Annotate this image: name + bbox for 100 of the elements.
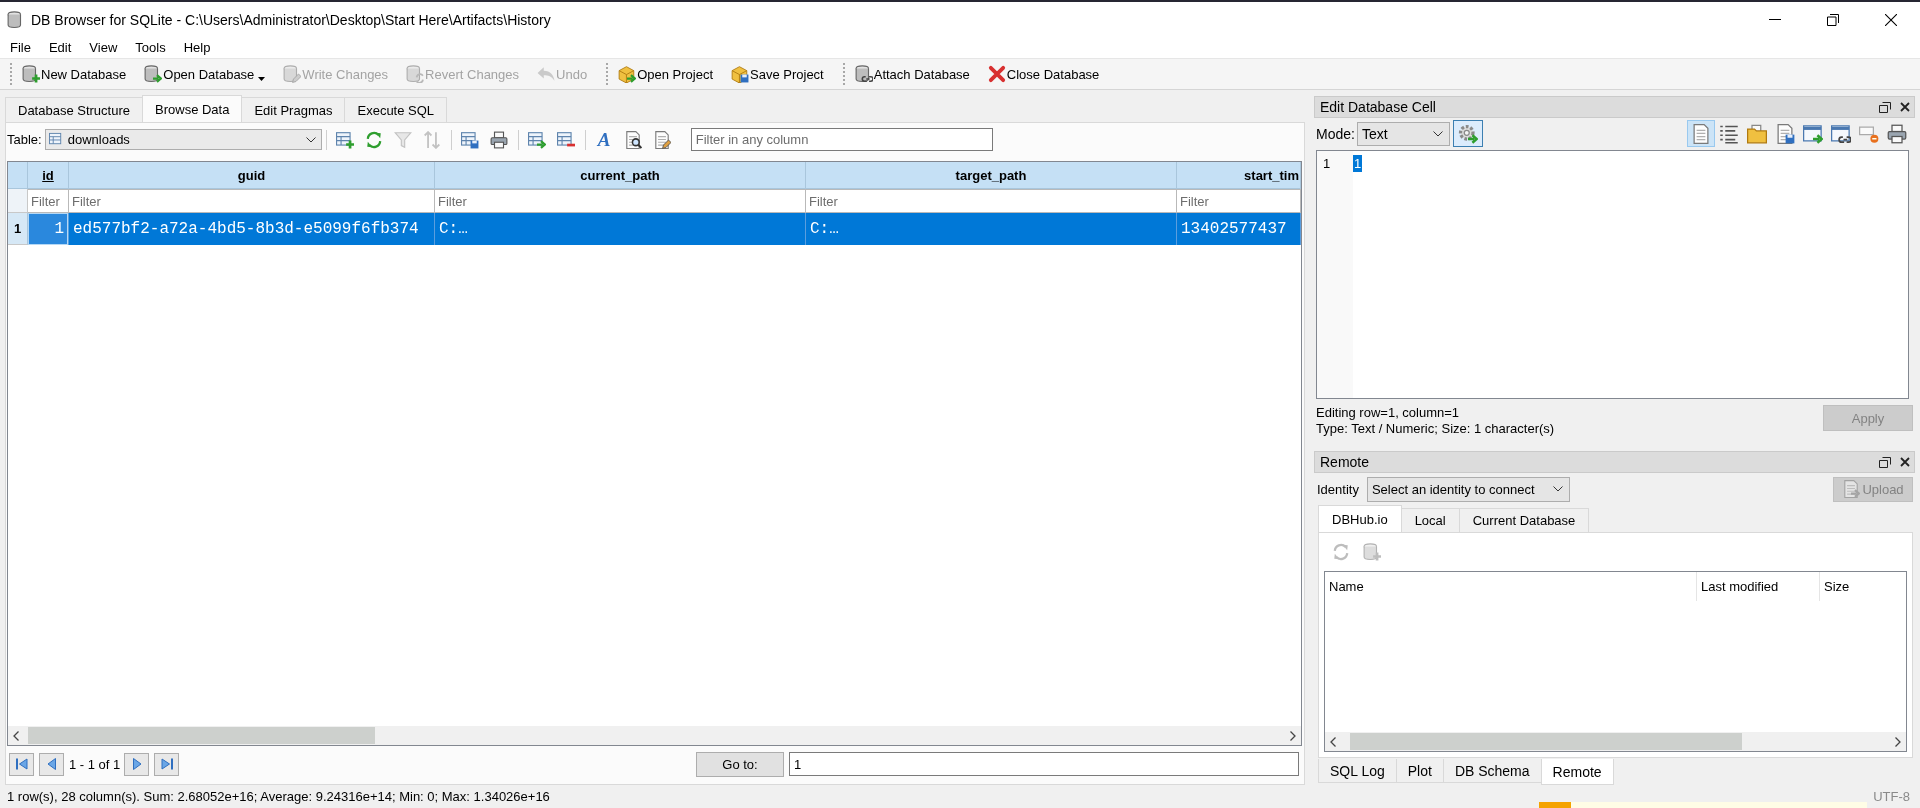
tab[interactable]: Remote xyxy=(1540,759,1614,785)
column-header[interactable]: id xyxy=(28,162,69,189)
lines-icon xyxy=(1719,123,1739,144)
cross-icon xyxy=(987,65,1006,83)
tab[interactable]: Database Structure xyxy=(5,97,143,122)
scroll-right-icon xyxy=(1290,730,1296,741)
horizontal-scrollbar[interactable] xyxy=(1325,732,1906,751)
column-header[interactable]: Size xyxy=(1820,572,1906,601)
horizontal-scrollbar[interactable] xyxy=(8,726,1301,745)
funnel-icon xyxy=(394,130,413,149)
toolbar-button[interactable]: Save Project xyxy=(726,63,829,85)
sort-icon xyxy=(423,130,442,149)
row-number[interactable]: 1 xyxy=(8,213,28,245)
dock-title: Remote xyxy=(1320,454,1370,470)
tab[interactable]: DBHub.io xyxy=(1318,505,1402,532)
go-to-button[interactable]: Go to: xyxy=(696,751,784,777)
table-row[interactable]: 1 1 ed577bf2-a72a-4bd5-8b3d-e5099f6fb374 C:… C:… 13402577437 xyxy=(8,213,1301,245)
field-minus-icon xyxy=(1859,123,1879,144)
menu-item[interactable]: View xyxy=(80,40,127,55)
table-minus-icon xyxy=(557,130,576,149)
first-page-button[interactable] xyxy=(9,752,34,776)
filter-field[interactable]: Filter in any column xyxy=(690,128,993,151)
back-icon xyxy=(45,758,58,770)
tab[interactable]: Execute SQL xyxy=(344,97,448,122)
cell-value: 1 xyxy=(1353,155,1363,172)
database-pencil-icon xyxy=(283,65,302,83)
dock-title: Edit Database Cell xyxy=(1320,99,1436,115)
box-floppy-icon xyxy=(731,65,749,83)
editor-tool-button[interactable] xyxy=(1687,120,1715,147)
toolbar-button[interactable]: Attach Database xyxy=(849,63,975,85)
toolbar-button[interactable]: New Database xyxy=(17,63,132,85)
table-cell: 1 xyxy=(28,213,69,245)
database-plus-icon xyxy=(1362,543,1381,561)
column-header[interactable]: Name xyxy=(1325,572,1697,601)
close-icon[interactable] xyxy=(1900,102,1910,112)
database-arrows-icon xyxy=(406,65,425,83)
line-number: 1 xyxy=(1322,156,1332,173)
database-arrow-icon xyxy=(144,65,163,83)
scroll-left-icon xyxy=(13,730,19,741)
mode-label: Mode: xyxy=(1316,125,1355,142)
filter-field[interactable]: Filter xyxy=(806,189,1177,213)
filter-field[interactable]: Filter xyxy=(1177,189,1301,213)
auto-mode-toggle[interactable] xyxy=(1452,120,1483,147)
skip-forward-icon xyxy=(160,758,173,770)
encoding-label: UTF-8 xyxy=(1873,789,1910,804)
filter-field[interactable]: Filter xyxy=(435,189,806,213)
mode-select[interactable]: Text xyxy=(1356,121,1450,146)
document-pencil-icon xyxy=(653,130,672,149)
last-page-button[interactable] xyxy=(154,752,180,776)
scrollbar-thumb[interactable] xyxy=(28,727,375,744)
table-plus-icon xyxy=(336,130,355,149)
tab[interactable]: Browse Data xyxy=(142,95,243,122)
caret-icon xyxy=(258,77,266,81)
document-search-icon xyxy=(624,130,643,149)
refresh-icon xyxy=(365,130,384,149)
close-icon xyxy=(1885,13,1897,26)
table-cell: C:… xyxy=(435,213,806,245)
folder-icon xyxy=(1747,123,1767,144)
restore-icon xyxy=(1827,13,1839,26)
previous-page-button[interactable] xyxy=(39,752,64,776)
database-plus-icon xyxy=(22,65,40,83)
scrollbar-thumb[interactable] xyxy=(1350,733,1742,750)
database-link-icon xyxy=(854,65,873,83)
page-range: 1 - 1 of 1 xyxy=(69,756,121,772)
filter-field[interactable]: Filter xyxy=(69,189,435,213)
identity-label: Identity xyxy=(1317,481,1359,497)
printer-icon xyxy=(490,130,509,149)
grid-corner xyxy=(8,162,28,189)
undo-icon xyxy=(537,65,556,83)
column-header[interactable]: guid xyxy=(69,162,435,189)
cell-editor-field[interactable]: 1 1 xyxy=(1316,150,1909,399)
font-button[interactable]: A xyxy=(589,126,619,153)
float-icon[interactable] xyxy=(1879,101,1891,113)
column-header[interactable]: target_path xyxy=(806,162,1177,189)
document-icon xyxy=(1691,123,1711,144)
next-page-button[interactable] xyxy=(124,752,150,776)
toolbar-button[interactable]: Close Database xyxy=(982,63,1105,85)
column-header[interactable]: Last modified xyxy=(1697,572,1820,601)
table-cell: C:… xyxy=(806,213,1177,245)
column-header[interactable]: start_tim xyxy=(1177,162,1301,189)
close-icon[interactable] xyxy=(1900,457,1910,467)
identity-select[interactable]: Select an identity to connect xyxy=(1366,476,1570,502)
column-header[interactable]: current_path xyxy=(435,162,806,189)
caret-icon xyxy=(1432,130,1443,137)
menu-item[interactable]: File xyxy=(1,40,40,55)
table-select[interactable]: downloads xyxy=(44,129,322,150)
toolbar-button[interactable]: Open Database xyxy=(139,63,271,85)
skip-back-icon xyxy=(15,758,28,770)
scroll-left-icon xyxy=(1330,736,1336,747)
float-icon[interactable] xyxy=(1879,456,1891,468)
tab[interactable]: Current Database xyxy=(1458,508,1590,532)
menu-item[interactable]: Edit xyxy=(39,40,81,55)
refresh-icon xyxy=(1331,543,1350,561)
toolbar-button[interactable]: Open Project xyxy=(613,63,718,85)
menu-item[interactable]: Help xyxy=(174,40,220,55)
go-to-field[interactable]: 1 xyxy=(789,752,1299,776)
filter-field[interactable]: Filter xyxy=(28,189,69,213)
status-text: Type: Text / Numeric; Size: 1 character(s) xyxy=(1316,421,1555,437)
tab[interactable]: SQL Log xyxy=(1318,759,1397,783)
menu-item[interactable]: Tools xyxy=(126,40,175,55)
